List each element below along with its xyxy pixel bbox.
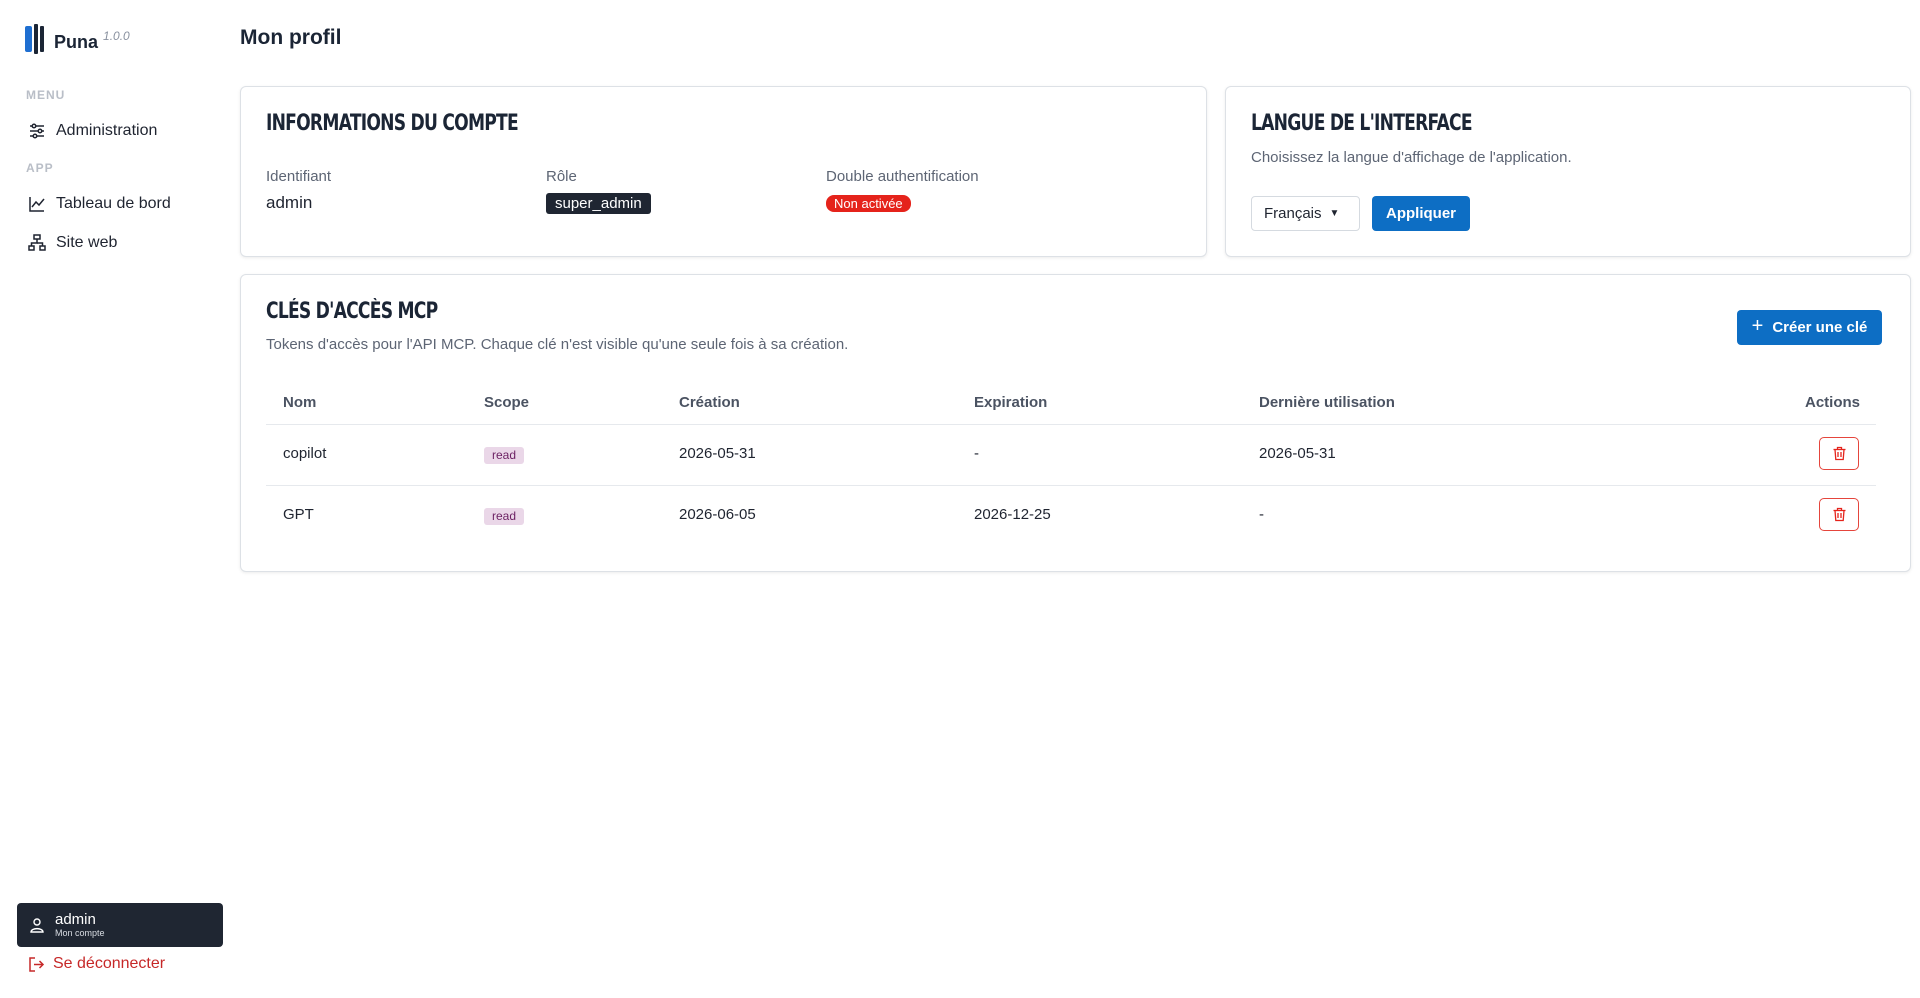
two-factor-status-badge: Non activée (826, 195, 911, 212)
language-card: Langue de l'interface Choisissez la lang… (1225, 86, 1911, 257)
role-badge: super_admin (546, 193, 651, 214)
logout-icon (29, 956, 45, 972)
account-button[interactable]: admin Mon compte (17, 903, 223, 947)
scope-badge: read (484, 508, 525, 525)
trash-icon (1833, 446, 1845, 461)
logout-label: Se déconnecter (53, 955, 166, 972)
language-description: Choisissez la langue d'affichage de l'ap… (1251, 149, 1572, 166)
key-expiration: - (974, 445, 979, 462)
mcp-keys-card: Clés d'accès MCP Tokens d'accès pour l'A… (240, 274, 1911, 572)
identifier-label: Identifiant (266, 168, 332, 185)
language-select-value: Français (1264, 205, 1322, 222)
sidebar-item-website[interactable]: Site web (28, 234, 117, 252)
app-name: Puna (54, 31, 99, 52)
create-key-label: Créer une clé (1772, 319, 1868, 336)
sidebar: Puna 1.0.0 MENU Administration APP Table… (0, 0, 236, 998)
key-created: 2026-06-05 (679, 506, 756, 523)
key-name: copilot (283, 445, 327, 462)
page-title: Mon profil (240, 26, 342, 49)
key-last-used: 2026-05-31 (1259, 445, 1336, 462)
key-created: 2026-05-31 (679, 445, 756, 462)
language-card-title: Langue de l'interface (1251, 111, 1473, 136)
line-chart-icon (29, 197, 45, 212)
scope-badge: read (484, 447, 525, 464)
sidebar-item-administration[interactable]: Administration (28, 122, 157, 140)
column-header-expiration: Expiration (974, 394, 1048, 411)
create-key-button[interactable]: + Créer une clé (1737, 310, 1882, 345)
brand[interactable]: Puna 1.0.0 (24, 24, 130, 54)
user-name: admin (55, 910, 96, 928)
column-header-last-used: Dernière utilisation (1259, 394, 1395, 411)
account-card-title: Informations du compte (266, 111, 519, 136)
account-info-card: Informations du compte Identifiant admin… (240, 86, 1207, 257)
key-expiration: 2026-12-25 (974, 506, 1051, 523)
sitemap-icon (28, 234, 46, 251)
sidebar-item-label: Administration (56, 122, 158, 139)
puna-logo-icon (25, 24, 44, 54)
column-header-scope: Scope (484, 394, 530, 411)
identifier-value: admin (266, 193, 313, 212)
delete-key-button[interactable] (1819, 437, 1859, 470)
column-header-actions: Actions (1805, 394, 1861, 411)
user-subtitle: Mon compte (55, 927, 105, 938)
trash-icon (1833, 507, 1845, 522)
app-section-label: APP (26, 161, 54, 175)
column-header-created: Création (679, 394, 740, 411)
sidebar-item-label: Site web (56, 234, 118, 251)
caret-down-icon: ▼ (1329, 208, 1340, 219)
plus-icon: + (1751, 315, 1764, 337)
logout-button[interactable]: Se déconnecter (28, 955, 165, 973)
sidebar-item-label: Tableau de bord (56, 195, 171, 212)
column-header-name: Nom (283, 394, 317, 411)
delete-key-button[interactable] (1819, 498, 1859, 531)
table-divider (266, 485, 1876, 486)
table-divider (266, 424, 1876, 425)
apply-language-button[interactable]: Appliquer (1372, 196, 1470, 231)
two-factor-label: Double authentification (826, 168, 979, 185)
menu-section-label: MENU (26, 88, 66, 102)
language-select[interactable]: Français ▼ (1251, 196, 1360, 231)
mcp-keys-description: Tokens d'accès pour l'API MCP. Chaque cl… (266, 336, 849, 353)
user-icon (30, 918, 44, 933)
sidebar-item-dashboard[interactable]: Tableau de bord (28, 195, 171, 213)
role-label: Rôle (546, 168, 577, 185)
key-name: GPT (283, 506, 314, 523)
sliders-icon (30, 123, 44, 139)
app-version: 1.0.0 (103, 29, 130, 43)
key-last-used: - (1259, 506, 1264, 523)
mcp-keys-card-title: Clés d'accès MCP (266, 299, 438, 324)
